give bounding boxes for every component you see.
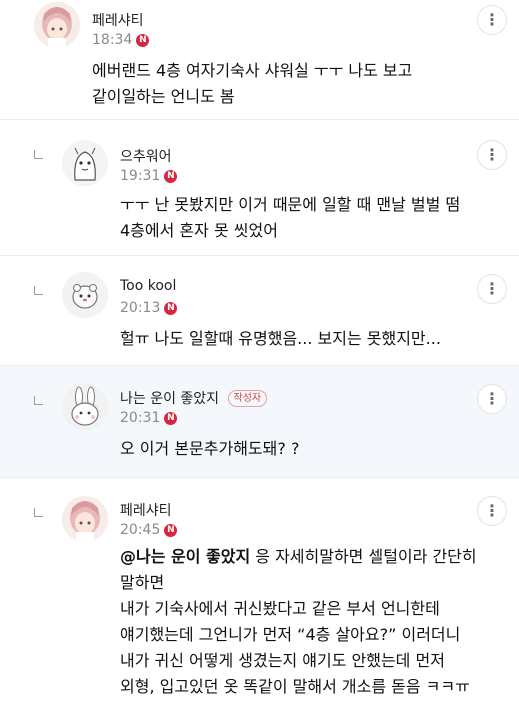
comment-body: 헐ㅠ 나도 일할때 유명했음... 보지는 못했지만... — [120, 326, 441, 352]
mention-link[interactable]: @나는 운이 좋았지 — [120, 547, 250, 566]
new-badge-icon: N — [164, 169, 178, 183]
comment-author[interactable]: 페레샤티 — [120, 500, 172, 520]
new-badge-icon: N — [164, 523, 178, 537]
new-badge-icon: N — [164, 411, 178, 425]
hamster-avatar[interactable] — [62, 272, 108, 318]
vertical-ellipsis-icon: ⋮ — [484, 279, 500, 298]
vertical-ellipsis-icon: ⋮ — [484, 389, 500, 408]
comment-body: ㅜㅜ 난 못봤지만 이거 때문에 일할 때 맨날 벌벌 떰 4층에서 혼자 못 … — [120, 192, 460, 244]
comment-4: 나는 운이 좋았지 작성자 20:31 N 오 이거 본문추가해도돼? ? ⋮ — [0, 366, 519, 478]
comment-line: 4층에서 혼자 못 씻었어 — [120, 221, 278, 240]
comment-time: 18:34 — [92, 32, 133, 48]
comment-line: 에버랜드 4층 여자기숙사 샤워실 ㅜㅜ 나도 보고 — [92, 61, 413, 80]
comment-author[interactable]: Too kool — [120, 278, 176, 294]
comment-line: 오 이거 본문추가해도돼? ? — [120, 439, 300, 458]
comment-1: 페레샤티 18:34 N 에버랜드 4층 여자기숙사 샤워실 ㅜㅜ 나도 보고 … — [0, 0, 519, 120]
more-options-button[interactable]: ⋮ — [477, 274, 507, 304]
author-tag-badge: 작성자 — [227, 390, 268, 407]
comment-line: ㅜㅜ 난 못봤지만 이거 때문에 일할 때 맨날 벌벌 떰 — [120, 195, 461, 214]
more-options-button[interactable]: ⋮ — [477, 140, 507, 170]
comment-time: 20:45 — [120, 522, 161, 538]
comment-author[interactable]: 으추워어 — [120, 146, 172, 166]
reply-corner-icon — [34, 286, 43, 295]
comment-meta: 20:45 N — [120, 522, 178, 538]
comment-5: 페레샤티 20:45 N @나는 운이 좋았지 응 자세히말하면 셀털이라 간단… — [0, 478, 519, 713]
comment-text: 응 자세히말하면 셀털이라 간단히 — [250, 547, 477, 566]
comment-2: 으추워어 19:31 N ㅜㅜ 난 못봤지만 이거 때문에 일할 때 맨날 벌벌… — [0, 120, 519, 256]
comment-meta: 18:34 N — [92, 32, 150, 48]
comment-body: 에버랜드 4층 여자기숙사 샤워실 ㅜㅜ 나도 보고 같이일하는 언니도 봄 — [92, 58, 412, 110]
new-badge-icon: N — [136, 33, 150, 47]
comment-time: 19:31 — [120, 168, 161, 184]
comment-meta: 19:31 N — [120, 168, 178, 184]
anime-girl-avatar[interactable] — [34, 2, 80, 48]
ghost-character-avatar[interactable] — [62, 140, 108, 186]
author-name: 나는 운이 좋았지 — [120, 391, 220, 407]
comment-body: 오 이거 본문추가해도돼? ? — [120, 436, 299, 462]
comment-line: 내가 귀신 어떻게 생겼는지 얘기도 안했는데 먼저 — [120, 651, 445, 670]
comment-meta: 20:31 N — [120, 410, 178, 426]
rabbit-avatar[interactable] — [62, 384, 108, 430]
anime-girl-avatar[interactable] — [62, 496, 108, 542]
comment-line: 말하면 — [120, 573, 165, 592]
vertical-ellipsis-icon: ⋮ — [484, 501, 500, 520]
more-options-button[interactable]: ⋮ — [477, 496, 507, 526]
reply-corner-icon — [34, 396, 43, 405]
comment-line: 내가 기숙사에서 귀신봤다고 같은 부서 언니한테 — [120, 599, 440, 618]
comment-time: 20:31 — [120, 410, 161, 426]
vertical-ellipsis-icon: ⋮ — [484, 145, 500, 164]
comment-line: 헐ㅠ 나도 일할때 유명했음... 보지는 못했지만... — [120, 329, 441, 348]
comment-time: 20:13 — [120, 300, 161, 316]
comment-line: @나는 운이 좋았지 응 자세히말하면 셀털이라 간단히 — [120, 544, 477, 570]
comment-author[interactable]: 페레샤티 — [92, 10, 144, 30]
more-options-button[interactable]: ⋮ — [477, 384, 507, 414]
vertical-ellipsis-icon: ⋮ — [484, 10, 500, 29]
new-badge-icon: N — [164, 301, 178, 315]
comment-3: Too kool 20:13 N 헐ㅠ 나도 일할때 유명했음... 보지는 못… — [0, 256, 519, 366]
comment-meta: 20:13 N — [120, 300, 178, 316]
reply-corner-icon — [34, 150, 43, 159]
reply-corner-icon — [34, 508, 43, 517]
comment-line: 외형, 입고있던 옷 똑같이 말해서 개소름 돋음 ㅋㅋㅠ — [120, 677, 470, 696]
comment-line: 같이일하는 언니도 봄 — [92, 87, 235, 106]
comment-line: 얘기했는데 그언니가 먼저 “4층 살아요?” 이러더니 — [120, 625, 461, 644]
comment-body: @나는 운이 좋았지 응 자세히말하면 셀털이라 간단히 말하면 내가 기숙사에… — [120, 544, 477, 700]
more-options-button[interactable]: ⋮ — [477, 5, 507, 35]
comment-author[interactable]: 나는 운이 좋았지 작성자 — [120, 388, 268, 408]
